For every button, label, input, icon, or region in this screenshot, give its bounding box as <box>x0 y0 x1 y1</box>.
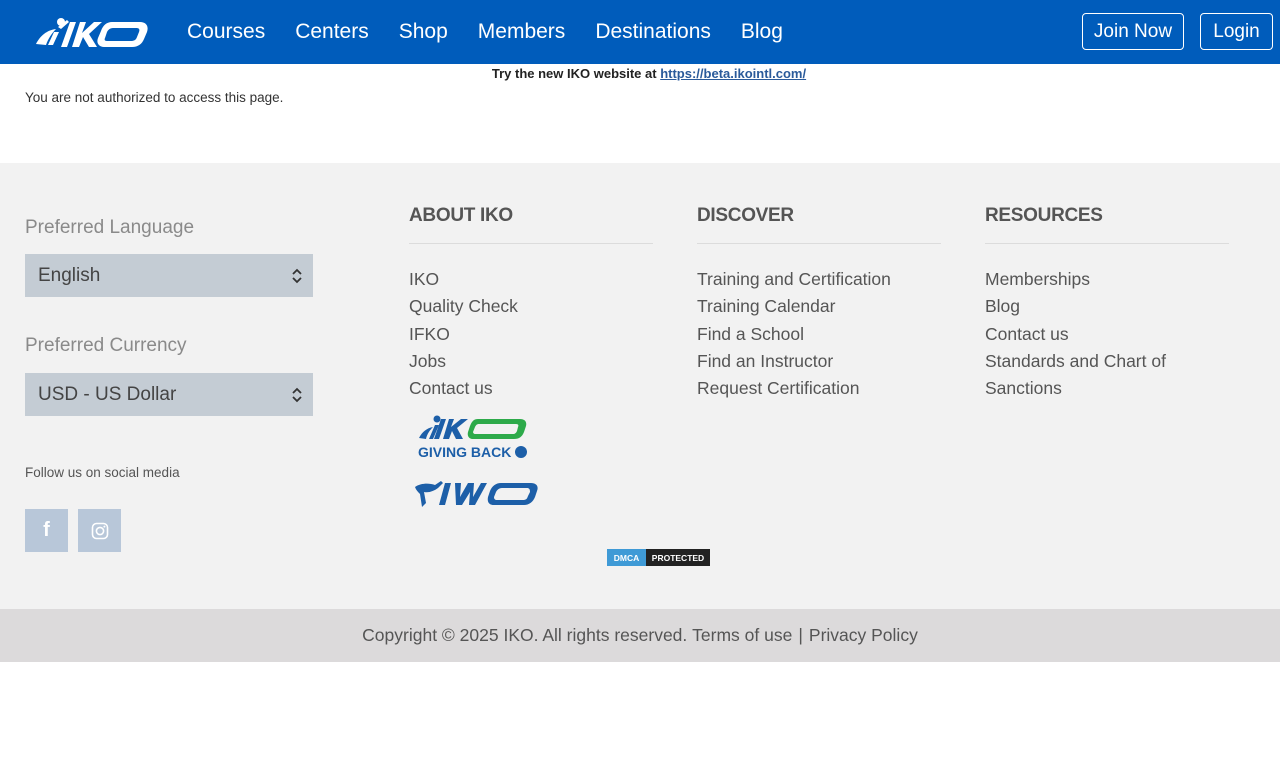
instagram-button[interactable] <box>78 509 121 552</box>
dmca-badge-right: PROTECTED <box>646 549 710 566</box>
footer-divider <box>985 243 1229 244</box>
iko-logo-icon <box>36 18 148 47</box>
footer-link-memberships[interactable]: Memberships <box>985 266 1195 293</box>
footer-link-blog[interactable]: Blog <box>985 293 1195 320</box>
currency-label: Preferred Currency <box>25 335 187 356</box>
beta-site-link[interactable]: https://beta.ikointl.com/ <box>660 66 806 81</box>
footer-link-list: IKO Quality Check IFKO Jobs Contact us <box>409 266 518 402</box>
footer-col-title: RESOURCES <box>985 205 1103 226</box>
footer-link-standards[interactable]: Standards and Chart of Sanctions <box>985 348 1195 403</box>
footer-link-iko[interactable]: IKO <box>409 266 518 293</box>
main-nav: Courses Centers Shop Members Destination… <box>172 0 798 64</box>
footer-link-training-calendar[interactable]: Training Calendar <box>697 293 891 320</box>
footer-divider <box>697 243 941 244</box>
select-chevron-icon <box>292 387 302 403</box>
footer-col-title: ABOUT IKO <box>409 205 513 226</box>
facebook-button[interactable]: f <box>25 509 68 552</box>
login-button[interactable]: Login <box>1200 13 1273 50</box>
copyright-text: Copyright © 2025 IKO. All rights reserve… <box>362 625 688 645</box>
iko-giving-back-logo[interactable]: GIVING BACK <box>416 412 530 464</box>
footer-link-list: Memberships Blog Contact us Standards an… <box>985 266 1195 402</box>
nav-centers[interactable]: Centers <box>280 20 384 44</box>
follow-social-label: Follow us on social media <box>25 465 180 480</box>
footer-link-quality-check[interactable]: Quality Check <box>409 293 518 320</box>
beta-notice: Try the new IKO website at https://beta.… <box>0 66 1280 81</box>
footer-link-jobs[interactable]: Jobs <box>409 348 518 375</box>
facebook-icon: f <box>43 519 50 541</box>
language-select-value: English <box>38 264 101 286</box>
footer-link-contact[interactable]: Contact us <box>985 321 1195 348</box>
nav-courses[interactable]: Courses <box>172 20 280 44</box>
copyright-bar: Copyright © 2025 IKO. All rights reserve… <box>0 609 1280 662</box>
footer: Preferred Language English Preferred Cur… <box>0 163 1280 609</box>
footer-divider <box>409 243 653 244</box>
beta-notice-text: Try the new IKO website at <box>491 66 661 81</box>
privacy-policy-link[interactable]: Privacy Policy <box>809 625 918 646</box>
instagram-icon <box>91 522 108 539</box>
footer-link-request-certification[interactable]: Request Certification <box>697 375 891 402</box>
select-chevron-icon <box>292 268 302 284</box>
iwo-logo[interactable] <box>413 473 541 511</box>
language-label: Preferred Language <box>25 217 195 238</box>
nav-shop[interactable]: Shop <box>384 20 463 44</box>
copyright-separator: | <box>798 625 803 645</box>
top-navbar: Courses Centers Shop Members Destination… <box>0 0 1280 64</box>
join-now-button[interactable]: Join Now <box>1082 13 1184 50</box>
footer-link-list: Training and Certification Training Cale… <box>697 266 891 402</box>
not-authorized-message: You are not authorized to access this pa… <box>25 90 284 105</box>
footer-link-find-school[interactable]: Find a School <box>697 321 891 348</box>
terms-of-use-link[interactable]: Terms of use <box>692 625 792 646</box>
nav-blog[interactable]: Blog <box>726 20 798 44</box>
footer-link-contact[interactable]: Contact us <box>409 375 518 402</box>
footer-link-ifko[interactable]: IFKO <box>409 321 518 348</box>
currency-select-value: USD - US Dollar <box>38 383 177 405</box>
currency-select[interactable]: USD - US Dollar <box>25 373 313 416</box>
footer-link-training-certification[interactable]: Training and Certification <box>697 266 891 293</box>
dmca-badge-left: DMCA <box>607 549 646 566</box>
dmca-protected-badge[interactable]: DMCA PROTECTED <box>607 549 710 566</box>
giving-back-tagline: GIVING BACK <box>418 444 511 460</box>
language-select[interactable]: English <box>25 254 313 297</box>
nav-destinations[interactable]: Destinations <box>580 20 726 44</box>
footer-link-find-instructor[interactable]: Find an Instructor <box>697 348 891 375</box>
iwo-logo-icon <box>415 481 538 507</box>
iko-logo[interactable] <box>34 14 150 50</box>
giving-back-logo-icon: GIVING BACK <box>418 415 527 460</box>
nav-members[interactable]: Members <box>463 20 581 44</box>
footer-col-title: DISCOVER <box>697 205 794 226</box>
